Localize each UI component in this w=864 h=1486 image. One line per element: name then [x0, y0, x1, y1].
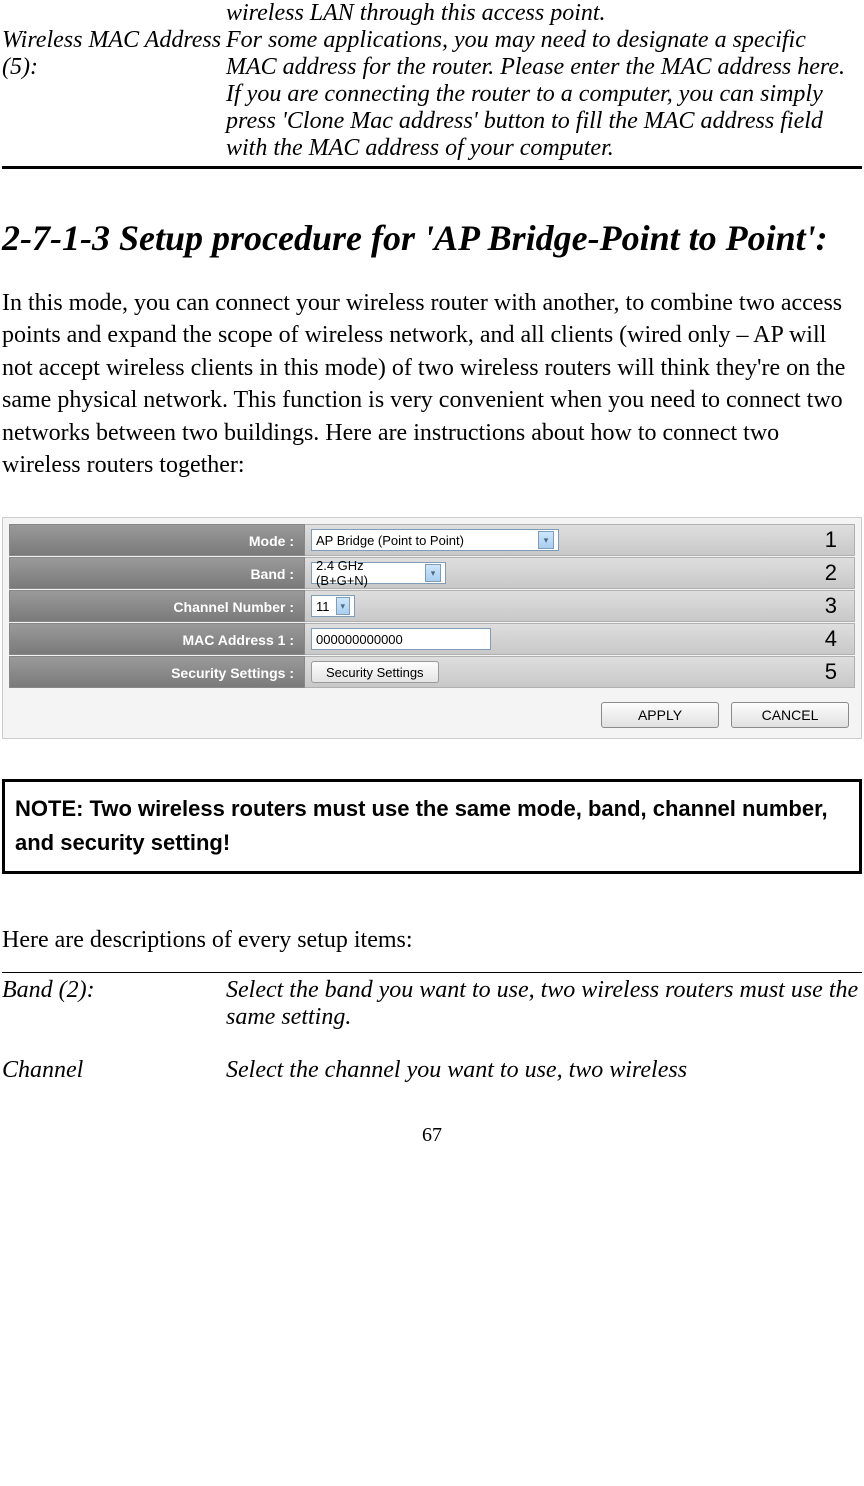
mode-select[interactable]: AP Bridge (Point to Point) ▾ [311, 529, 559, 551]
band-select[interactable]: 2.4 GHz (B+G+N) ▾ [311, 562, 446, 584]
mode-field: AP Bridge (Point to Point) ▾ [305, 524, 855, 556]
chevron-down-icon: ▾ [425, 564, 441, 582]
empty-term [2, 0, 226, 27]
channel-field: 11 ▾ [305, 590, 855, 622]
wireless-mac-term: Wireless MAC Address (5): [2, 27, 226, 162]
config-row-mac: MAC Address 1 : 000000000000 4 [9, 623, 855, 655]
callout-5: 5 [825, 659, 837, 685]
band-term: Band (2): [2, 977, 226, 1031]
page-number: 67 [2, 1124, 862, 1147]
config-row-channel: Channel Number : 11 ▾ 3 [9, 590, 855, 622]
body-paragraph: In this mode, you can connect your wirel… [2, 287, 862, 481]
channel-label: Channel Number : [9, 590, 305, 622]
channel-def: Select the channel you want to use, two … [226, 1057, 862, 1084]
chevron-down-icon: ▾ [538, 531, 554, 549]
band-label: Band : [9, 557, 305, 589]
config-row-band: Band : 2.4 GHz (B+G+N) ▾ 2 [9, 557, 855, 589]
apply-button-label: APPLY [638, 707, 682, 723]
divider [2, 972, 862, 973]
cancel-button-label: CANCEL [762, 707, 819, 723]
mode-label: Mode : [9, 524, 305, 556]
security-field: Security Settings [305, 656, 855, 688]
callout-3: 3 [825, 593, 837, 619]
mode-select-value: AP Bridge (Point to Point) [316, 533, 464, 548]
chevron-down-icon: ▾ [336, 597, 351, 615]
continuation-def: wireless LAN through this access point. [226, 0, 862, 27]
channel-select-value: 11 [316, 599, 330, 614]
channel-term: Channel [2, 1057, 226, 1084]
divider [2, 166, 862, 169]
top-definition-table: wireless LAN through this access point. … [2, 0, 862, 162]
security-settings-button[interactable]: Security Settings [311, 661, 439, 683]
security-label: Security Settings : [9, 656, 305, 688]
channel-select[interactable]: 11 ▾ [311, 595, 355, 617]
config-row-mode: Mode : AP Bridge (Point to Point) ▾ 1 [9, 524, 855, 556]
mac-field: 000000000000 [305, 623, 855, 655]
panel-footer: APPLY CANCEL [9, 702, 855, 728]
note-box: NOTE: Two wireless routers must use the … [2, 779, 862, 873]
callout-2: 2 [825, 560, 837, 586]
security-button-label: Security Settings [326, 665, 424, 680]
band-select-value: 2.4 GHz (B+G+N) [316, 558, 419, 588]
config-row-security: Security Settings : Security Settings 5 [9, 656, 855, 688]
mac-input-value: 000000000000 [316, 632, 403, 647]
wireless-mac-def: For some applications, you may need to d… [226, 27, 862, 162]
desc-intro: Here are descriptions of every setup ite… [2, 924, 862, 956]
apply-button[interactable]: APPLY [601, 702, 719, 728]
callout-4: 4 [825, 626, 837, 652]
cancel-button[interactable]: CANCEL [731, 702, 849, 728]
band-def: Select the band you want to use, two wir… [226, 977, 862, 1031]
config-panel: Mode : AP Bridge (Point to Point) ▾ 1 Ba… [2, 517, 862, 739]
band-field: 2.4 GHz (B+G+N) ▾ [305, 557, 855, 589]
bottom-definition-table: Band (2): Select the band you want to us… [2, 977, 862, 1084]
section-heading: 2-7-1-3 Setup procedure for 'AP Bridge-P… [2, 217, 862, 259]
callout-1: 1 [825, 527, 837, 553]
mac-label: MAC Address 1 : [9, 623, 305, 655]
mac-input[interactable]: 000000000000 [311, 628, 491, 650]
